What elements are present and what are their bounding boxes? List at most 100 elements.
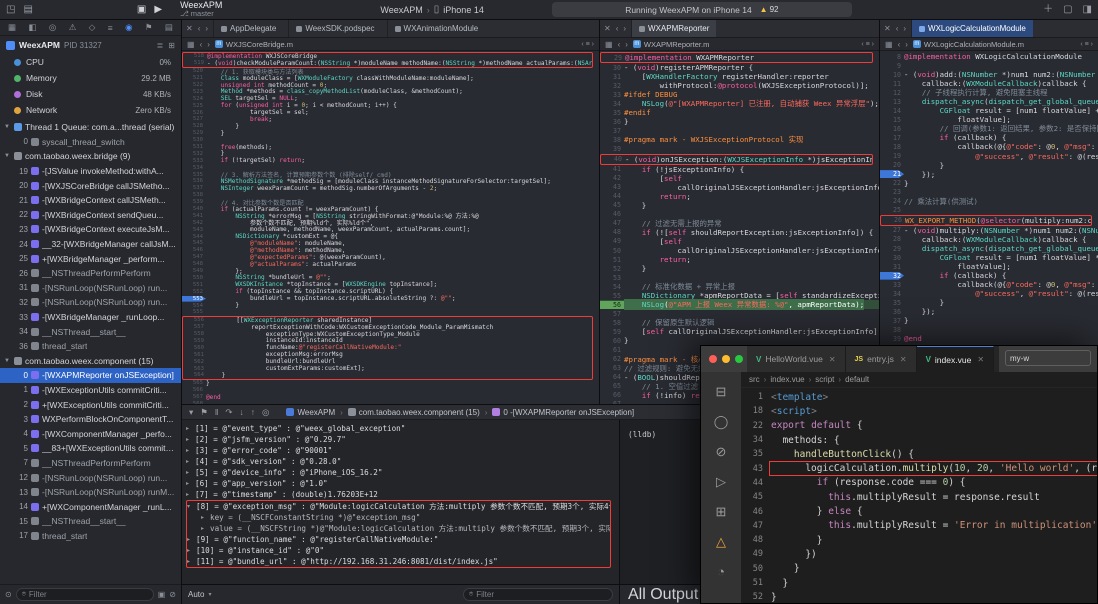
vscode-code-editor[interactable]: 1<template>18<script>22export default {3…: [741, 388, 1097, 603]
jump-bar-file[interactable]: mWXJSCoreBridge.m: [215, 40, 293, 49]
window-grid-icon[interactable]: ▤: [23, 5, 32, 15]
line-number-gutter[interactable]: 53: [600, 274, 624, 282]
close-split-icon[interactable]: ✕: [884, 24, 891, 33]
editor-tab[interactable]: AppDelegate: [213, 20, 283, 37]
disclosure-icon[interactable]: ▸: [187, 558, 196, 565]
line-number-gutter[interactable]: 525: [182, 103, 206, 109]
counterpart-arrows[interactable]: ‹ ≡ ›: [581, 41, 594, 48]
line-number-gutter[interactable]: 35: [600, 109, 624, 117]
line-number-gutter[interactable]: 548: [182, 261, 206, 267]
variables-scope-selector[interactable]: Auto: [188, 590, 204, 599]
editor-tab[interactable]: WeexSDK.podspec: [288, 20, 381, 37]
line-number-gutter[interactable]: 29: [601, 54, 625, 62]
counterpart-arrows[interactable]: ‹ ≡ ›: [1080, 41, 1093, 48]
line-number-gutter[interactable]: 42: [600, 174, 624, 182]
breadcrumb-item[interactable]: com.taobao.weex.component (15)›: [348, 408, 488, 417]
line-number-gutter[interactable]: 545: [182, 240, 206, 246]
back-icon[interactable]: ‹: [198, 24, 201, 33]
line-number-gutter[interactable]: 49: [741, 549, 771, 559]
line-number-gutter[interactable]: 549: [182, 268, 206, 274]
line-number-gutter[interactable]: 35: [880, 299, 904, 307]
disclosure-icon[interactable]: ▸: [201, 525, 210, 532]
breadcrumb-item[interactable]: WeexAPM›: [286, 408, 342, 417]
line-number-gutter[interactable]: 540: [182, 206, 206, 212]
line-number-gutter[interactable]: 555: [182, 309, 206, 315]
stack-frame-row[interactable]: 0-[WXAPMReporter onJSException]: [0, 368, 181, 383]
line-number-gutter[interactable]: 55: [600, 292, 624, 300]
line-number-gutter[interactable]: 526: [182, 110, 206, 116]
variable-row[interactable]: ▾[8] = @"exception_msg" : @"Module:logic…: [187, 501, 610, 512]
stack-frame-row[interactable]: 24__32-[WXBridgeManager callJsM...: [0, 237, 181, 252]
line-number-gutter[interactable]: 40: [601, 155, 625, 163]
line-number-gutter[interactable]: 46: [741, 507, 771, 517]
line-number-gutter[interactable]: 52: [741, 592, 771, 602]
forward-icon[interactable]: ›: [903, 24, 906, 33]
line-number-gutter[interactable]: 19: [880, 152, 904, 160]
stack-frame-row[interactable]: 13-[NSRunLoop(NSRunLoop) runM...: [0, 485, 181, 500]
line-number-gutter[interactable]: 561: [183, 352, 207, 358]
back-icon[interactable]: ‹: [616, 24, 619, 33]
line-number-gutter[interactable]: 33: [600, 91, 624, 99]
stack-frame-row[interactable]: 33-[WXBridgeManager _runLoop...: [0, 310, 181, 325]
line-number-gutter[interactable]: 563: [183, 366, 207, 372]
report-navigator-icon[interactable]: ▤: [165, 22, 173, 33]
gauge-row[interactable]: Memory29.2 MB: [0, 70, 181, 86]
line-number-gutter[interactable]: 28: [880, 235, 904, 243]
line-number-gutter[interactable]: 518: [183, 53, 207, 59]
line-number-gutter[interactable]: 13: [880, 98, 904, 106]
stack-frame-row[interactable]: 20-[WXJSCoreBridge callJSMetho...: [0, 178, 181, 193]
related-items-icon[interactable]: ▦: [187, 40, 195, 49]
line-number-gutter[interactable]: 38: [600, 136, 624, 144]
test-navigator-icon[interactable]: ◇: [89, 22, 96, 33]
line-number-gutter[interactable]: 35: [741, 449, 771, 459]
line-number-gutter[interactable]: 36: [600, 118, 624, 126]
line-number-gutter[interactable]: 34: [600, 100, 624, 108]
explorer-icon[interactable]: ⊟: [716, 384, 727, 400]
navigator-filter-input[interactable]: ⌾ Filter: [16, 588, 154, 601]
disclosure-icon[interactable]: ▸: [201, 514, 210, 521]
breadcrumb-item[interactable]: default: [845, 375, 869, 384]
line-number-gutter[interactable]: 532: [182, 151, 206, 157]
run-debug-icon[interactable]: ▷: [716, 474, 726, 490]
plus-icon[interactable]: ＋: [1043, 5, 1053, 15]
jump-bar-file[interactable]: mWXAPMReporter.m: [633, 40, 709, 49]
stack-frame-row[interactable]: 23-[WXBridgeContext executeJsM...: [0, 222, 181, 237]
stack-frame-row[interactable]: 26__NSThreadPerformPerform: [0, 266, 181, 281]
queue-row[interactable]: ▼com.taobao.weex.bridge (9): [0, 149, 181, 164]
gauge-row[interactable]: Disk48 KB/s: [0, 86, 181, 102]
line-number-gutter[interactable]: 24: [880, 197, 904, 205]
line-number-gutter[interactable]: 522: [182, 82, 206, 88]
jump-bar[interactable]: ▦‹›mWXLogicCalculationModule.m‹ ≡ ›: [880, 38, 1098, 51]
line-number-gutter[interactable]: 25: [880, 206, 904, 214]
gauge-row[interactable]: NetworkZero KB/s: [0, 102, 181, 118]
breakpoints-toggle-icon[interactable]: ⚑: [200, 407, 208, 418]
back-icon[interactable]: ‹: [898, 40, 901, 49]
variable-row[interactable]: ▸[4] = @"sdk_version" : @"0.28.0": [186, 456, 619, 467]
library-icon[interactable]: ▢: [1063, 5, 1072, 15]
disclosure-icon[interactable]: ▸: [186, 425, 195, 432]
line-number-gutter[interactable]: 536: [182, 178, 206, 184]
line-number-gutter[interactable]: 22: [741, 421, 771, 431]
line-number-gutter[interactable]: 521: [182, 75, 206, 81]
source-control-navigator-icon[interactable]: ◧: [28, 22, 36, 33]
line-number-gutter[interactable]: 16: [880, 125, 904, 133]
stack-frame-row[interactable]: 0syscall_thread_switch: [0, 135, 181, 150]
inspector-toggle-icon[interactable]: ◨: [1083, 5, 1092, 15]
jump-bar[interactable]: ▦‹›mWXAPMReporter.m‹ ≡ ›: [600, 38, 879, 51]
forward-icon[interactable]: ›: [623, 24, 626, 33]
disclosure-icon[interactable]: ▸: [187, 536, 196, 543]
line-number-gutter[interactable]: 538: [182, 192, 206, 198]
line-number-gutter[interactable]: 43: [600, 183, 624, 191]
breadcrumb-item[interactable]: 0 -[WXAPMReporter onJSException]: [492, 408, 634, 417]
stack-frame-row[interactable]: 5__83+[WXExceptionUtils commitC...: [0, 441, 181, 456]
variable-row[interactable]: ▸[11] = @"bundle_url" : @"http://192.168…: [187, 556, 610, 567]
line-number-gutter[interactable]: 519: [183, 60, 207, 66]
variable-row[interactable]: ▸[2] = @"jsfm_version" : @"0.29.7": [186, 434, 619, 445]
stack-frame-row[interactable]: 34__NSThread__start__: [0, 324, 181, 339]
pause-icon[interactable]: ‖: [215, 407, 219, 418]
extensions-icon[interactable]: ⊞: [716, 504, 727, 520]
line-number-gutter[interactable]: 52: [600, 265, 624, 273]
variable-row[interactable]: ▸[6] = @"app_version" : @"1.0": [186, 478, 619, 489]
variable-row[interactable]: ▸[3] = @"error_code" : @"90001": [186, 445, 619, 456]
disclosure-icon[interactable]: ▾: [187, 503, 196, 510]
